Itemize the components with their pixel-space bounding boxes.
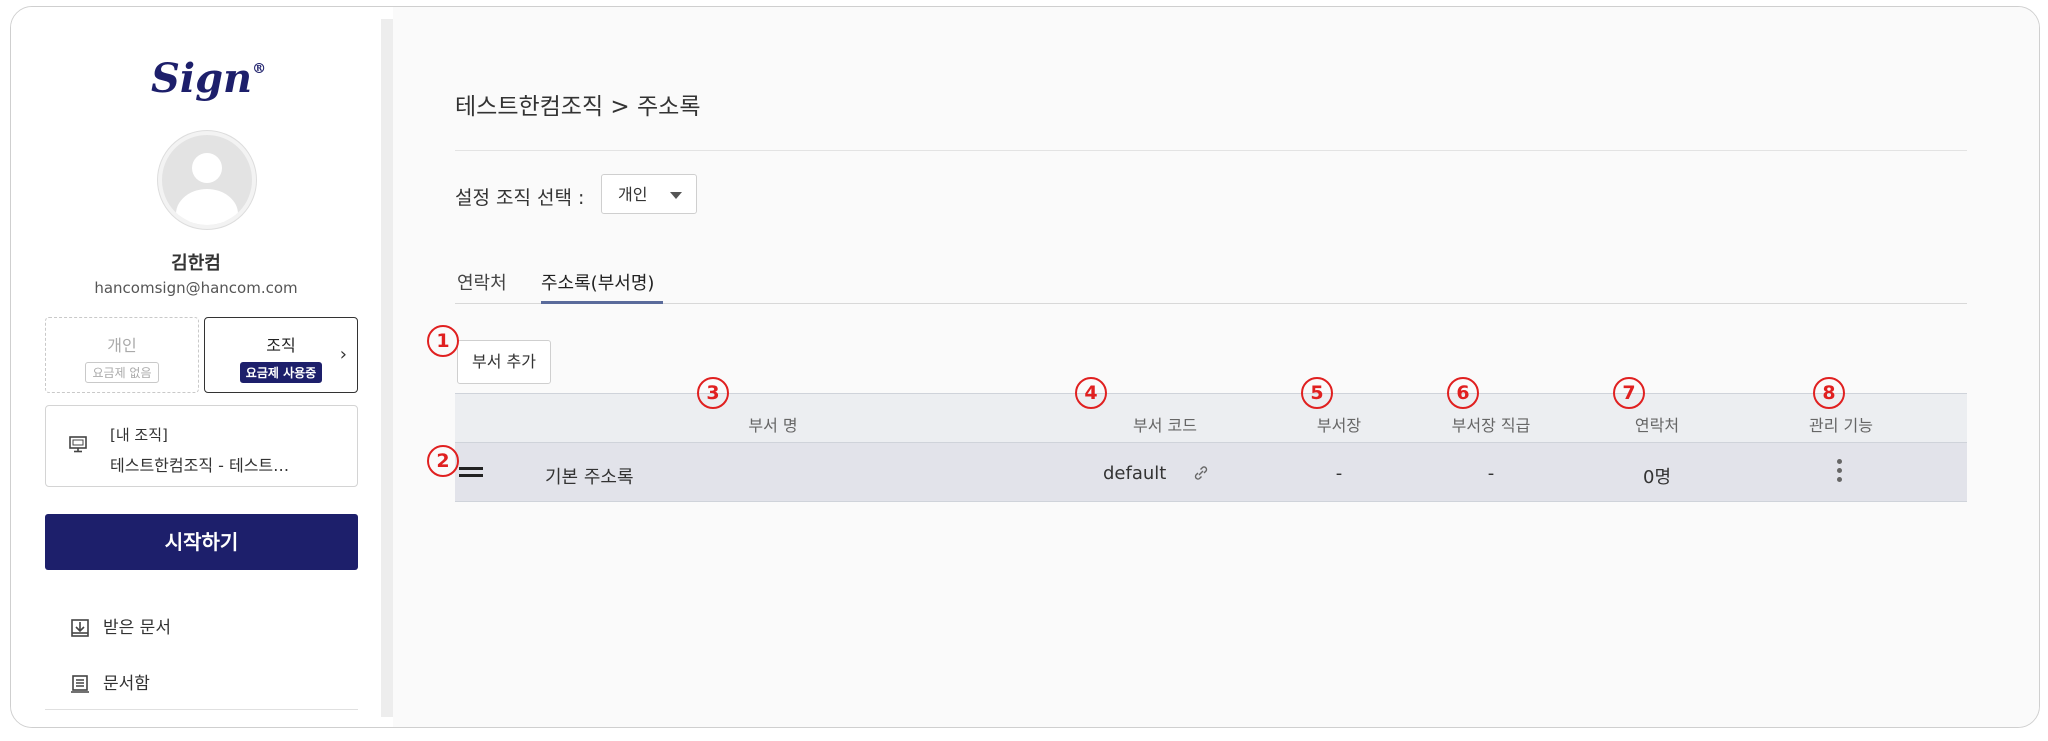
annotation-marker-7: 7 (1613, 377, 1645, 409)
breadcrumb: 테스트한컴조직 > 주소록 (455, 94, 701, 120)
annotation-marker-5: 5 (1301, 377, 1333, 409)
dept-name-cell: 기본 주소록 (545, 467, 634, 488)
plan-personal-title: 개인 (107, 336, 137, 355)
user-name: 김한컴 (171, 253, 221, 274)
start-button[interactable]: 시작하기 (45, 514, 358, 570)
annotation-marker-6: 6 (1447, 377, 1479, 409)
link-icon[interactable] (1193, 465, 1209, 481)
my-org-name: 테스트한컴조직 - 테스트… (110, 456, 290, 475)
sign-logo[interactable]: Sign® (151, 55, 266, 102)
main-content: 테스트한컴조직 > 주소록 설정 조직 선택 : 개인 연락처 주소록(부서명)… (393, 7, 2039, 727)
active-tab-indicator (541, 301, 663, 304)
annotation-marker-8: 8 (1813, 377, 1845, 409)
table-header: 부서 명 부서 코드 부서장 부서장 직급 연락처 관리 기능 (455, 393, 1967, 443)
plan-personal-card[interactable]: 개인 요금제 없음 (45, 317, 199, 393)
table-row[interactable]: 기본 주소록 default - - 0명 (455, 443, 1967, 502)
annotation-marker-2: 2 (427, 445, 459, 477)
plan-org-title: 조직 (266, 336, 296, 355)
my-org-label: [내 조직] (110, 426, 168, 444)
chevron-right-icon: › (339, 344, 347, 365)
sidebar-item-label: 문서함 (103, 674, 150, 694)
org-select-dropdown[interactable]: 개인 (601, 174, 697, 214)
monitor-icon (69, 436, 87, 453)
annotation-marker-3: 3 (697, 377, 729, 409)
plan-org-badge: 요금제 사용중 (239, 362, 323, 383)
divider (45, 709, 358, 710)
plan-personal-badge: 요금제 없음 (85, 362, 159, 383)
column-header-head-rank[interactable]: 부서장 직급 (1452, 412, 1531, 436)
add-department-button[interactable]: 부서 추가 (457, 340, 551, 384)
sidebar-item-doc-box[interactable]: 문서함 (69, 669, 150, 695)
my-org-selector[interactable]: [내 조직] 테스트한컴조직 - 테스트… (45, 405, 358, 487)
annotation-marker-1: 1 (427, 325, 459, 357)
app-window: Sign® 김한컴 hancomsign@hancom.com 개인 요금제 없… (10, 6, 2040, 728)
plan-org-card[interactable]: 조직 요금제 사용중 › (204, 317, 358, 393)
column-header-actions: 관리 기능 (1809, 416, 1873, 435)
drag-handle-icon[interactable] (459, 467, 483, 481)
tab-address-book[interactable]: 주소록(부서명) (541, 269, 654, 295)
contacts-count-cell: 0명 (1642, 467, 1672, 488)
more-vertical-icon[interactable] (1837, 459, 1843, 486)
dept-head-cell: - (1335, 463, 1343, 484)
column-header-dept-head[interactable]: 부서장 (1317, 412, 1361, 436)
sidebar-divider (381, 19, 393, 717)
inbox-download-icon (71, 619, 89, 637)
caret-down-icon (670, 192, 682, 199)
org-select-value: 개인 (618, 185, 648, 204)
annotation-marker-4: 4 (1075, 377, 1107, 409)
user-email: hancomsign@hancom.com (94, 279, 298, 297)
org-select-label: 설정 조직 선택 : (455, 187, 585, 209)
sidebar-item-received-docs[interactable]: 받은 문서 (69, 613, 171, 639)
document-box-icon (71, 675, 89, 693)
sidebar: Sign® 김한컴 hancomsign@hancom.com 개인 요금제 없… (11, 7, 381, 727)
column-header-dept-code[interactable]: 부서 코드 (1133, 412, 1197, 436)
column-header-dept-name[interactable]: 부서 명 (748, 412, 797, 436)
column-header-contacts[interactable]: 연락처 (1635, 412, 1679, 436)
head-rank-cell: - (1487, 463, 1495, 484)
dept-code-cell: default (1103, 463, 1167, 484)
avatar (158, 131, 256, 229)
sidebar-item-label: 받은 문서 (103, 618, 171, 638)
tab-contacts[interactable]: 연락처 (457, 269, 507, 295)
tabs-divider (455, 303, 1967, 304)
divider (455, 150, 1967, 151)
